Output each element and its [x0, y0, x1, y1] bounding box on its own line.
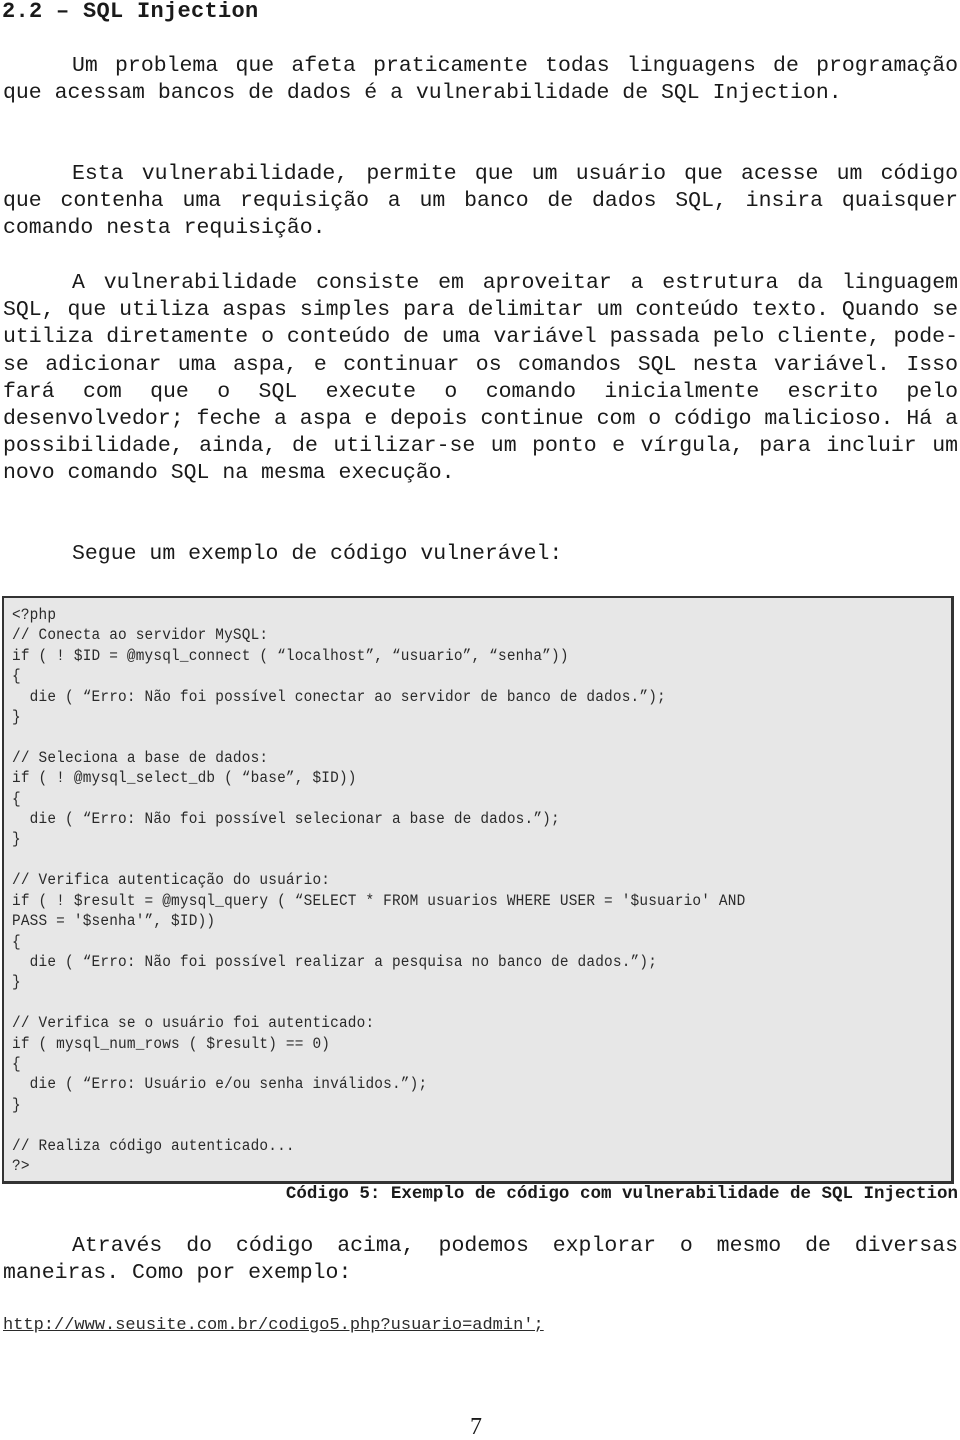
- code-caption: Código 5: Exemplo de código com vulnerab…: [285, 1184, 958, 1204]
- code-line: <?php: [12, 606, 57, 624]
- code-line: {: [12, 667, 21, 686]
- code-line: // Realiza código autenticado...: [12, 1136, 295, 1155]
- paragraph-after-code: Através do código acima, podemos explora…: [3, 1233, 958, 1287]
- code-line: // Verifica autenticação do usuário:: [12, 871, 331, 890]
- code-line: die ( “Erro: Usuário e/ou senha inválido…: [12, 1075, 428, 1094]
- code-line: {: [12, 789, 21, 808]
- code-line: if ( ! $result = @mysql_query ( “SELECT …: [12, 891, 746, 910]
- code-line: if ( ! @mysql_select_db ( “base”, $ID)): [12, 769, 357, 788]
- paragraph-text: Segue um exemplo de código vulnerável:: [72, 542, 563, 566]
- code-line: // Seleciona a base de dados:: [12, 748, 269, 767]
- code-line: }: [12, 1095, 21, 1114]
- code-line: }: [12, 973, 21, 992]
- code-line: if ( ! $ID = @mysql_connect ( “localhost…: [12, 646, 569, 665]
- paragraph-intro: Um problema que afeta praticamente todas…: [3, 53, 958, 107]
- code-line: // Verifica se o usuário foi autenticado…: [12, 1014, 375, 1033]
- page-number: 7: [470, 1414, 482, 1440]
- code-line: die ( “Erro: Não foi possível conectar a…: [12, 687, 666, 706]
- paragraph-text: A vulnerabilidade consiste em aproveitar…: [3, 271, 958, 486]
- paragraph-explanation: A vulnerabilidade consiste em aproveitar…: [3, 270, 958, 488]
- code-line: PASS = '$senha'”, $ID)): [12, 912, 216, 931]
- example-url-link[interactable]: http://www.seusite.com.br/codigo5.php?us…: [3, 1316, 544, 1336]
- code-line: {: [12, 1054, 21, 1073]
- paragraph-example-intro: Segue um exemplo de código vulnerável:: [3, 541, 958, 568]
- code-listing: <?php // Conecta ao servidor MySQL: if (…: [12, 605, 745, 1176]
- section-heading: 2.2 – SQL Injection: [2, 0, 259, 24]
- code-line: }: [12, 708, 21, 727]
- code-line: }: [12, 830, 21, 849]
- paragraph-text: Um problema que afeta praticamente todas…: [3, 54, 958, 106]
- code-line: die ( “Erro: Não foi possível selecionar…: [12, 810, 560, 829]
- code-line: die ( “Erro: Não foi possível realizar a…: [12, 952, 658, 971]
- paragraph-text: Através do código acima, podemos explora…: [3, 1234, 958, 1286]
- code-line: ?>: [12, 1156, 30, 1175]
- paragraph-text: Esta vulnerabilidade, permite que um usu…: [3, 162, 958, 241]
- code-line: {: [12, 932, 21, 951]
- code-line: if ( mysql_num_rows ( $result) == 0): [12, 1034, 331, 1053]
- code-block: <?php // Conecta ao servidor MySQL: if (…: [2, 596, 954, 1184]
- code-line: // Conecta ao servidor MySQL:: [12, 626, 269, 645]
- paragraph-vulnerability: Esta vulnerabilidade, permite que um usu…: [3, 161, 958, 243]
